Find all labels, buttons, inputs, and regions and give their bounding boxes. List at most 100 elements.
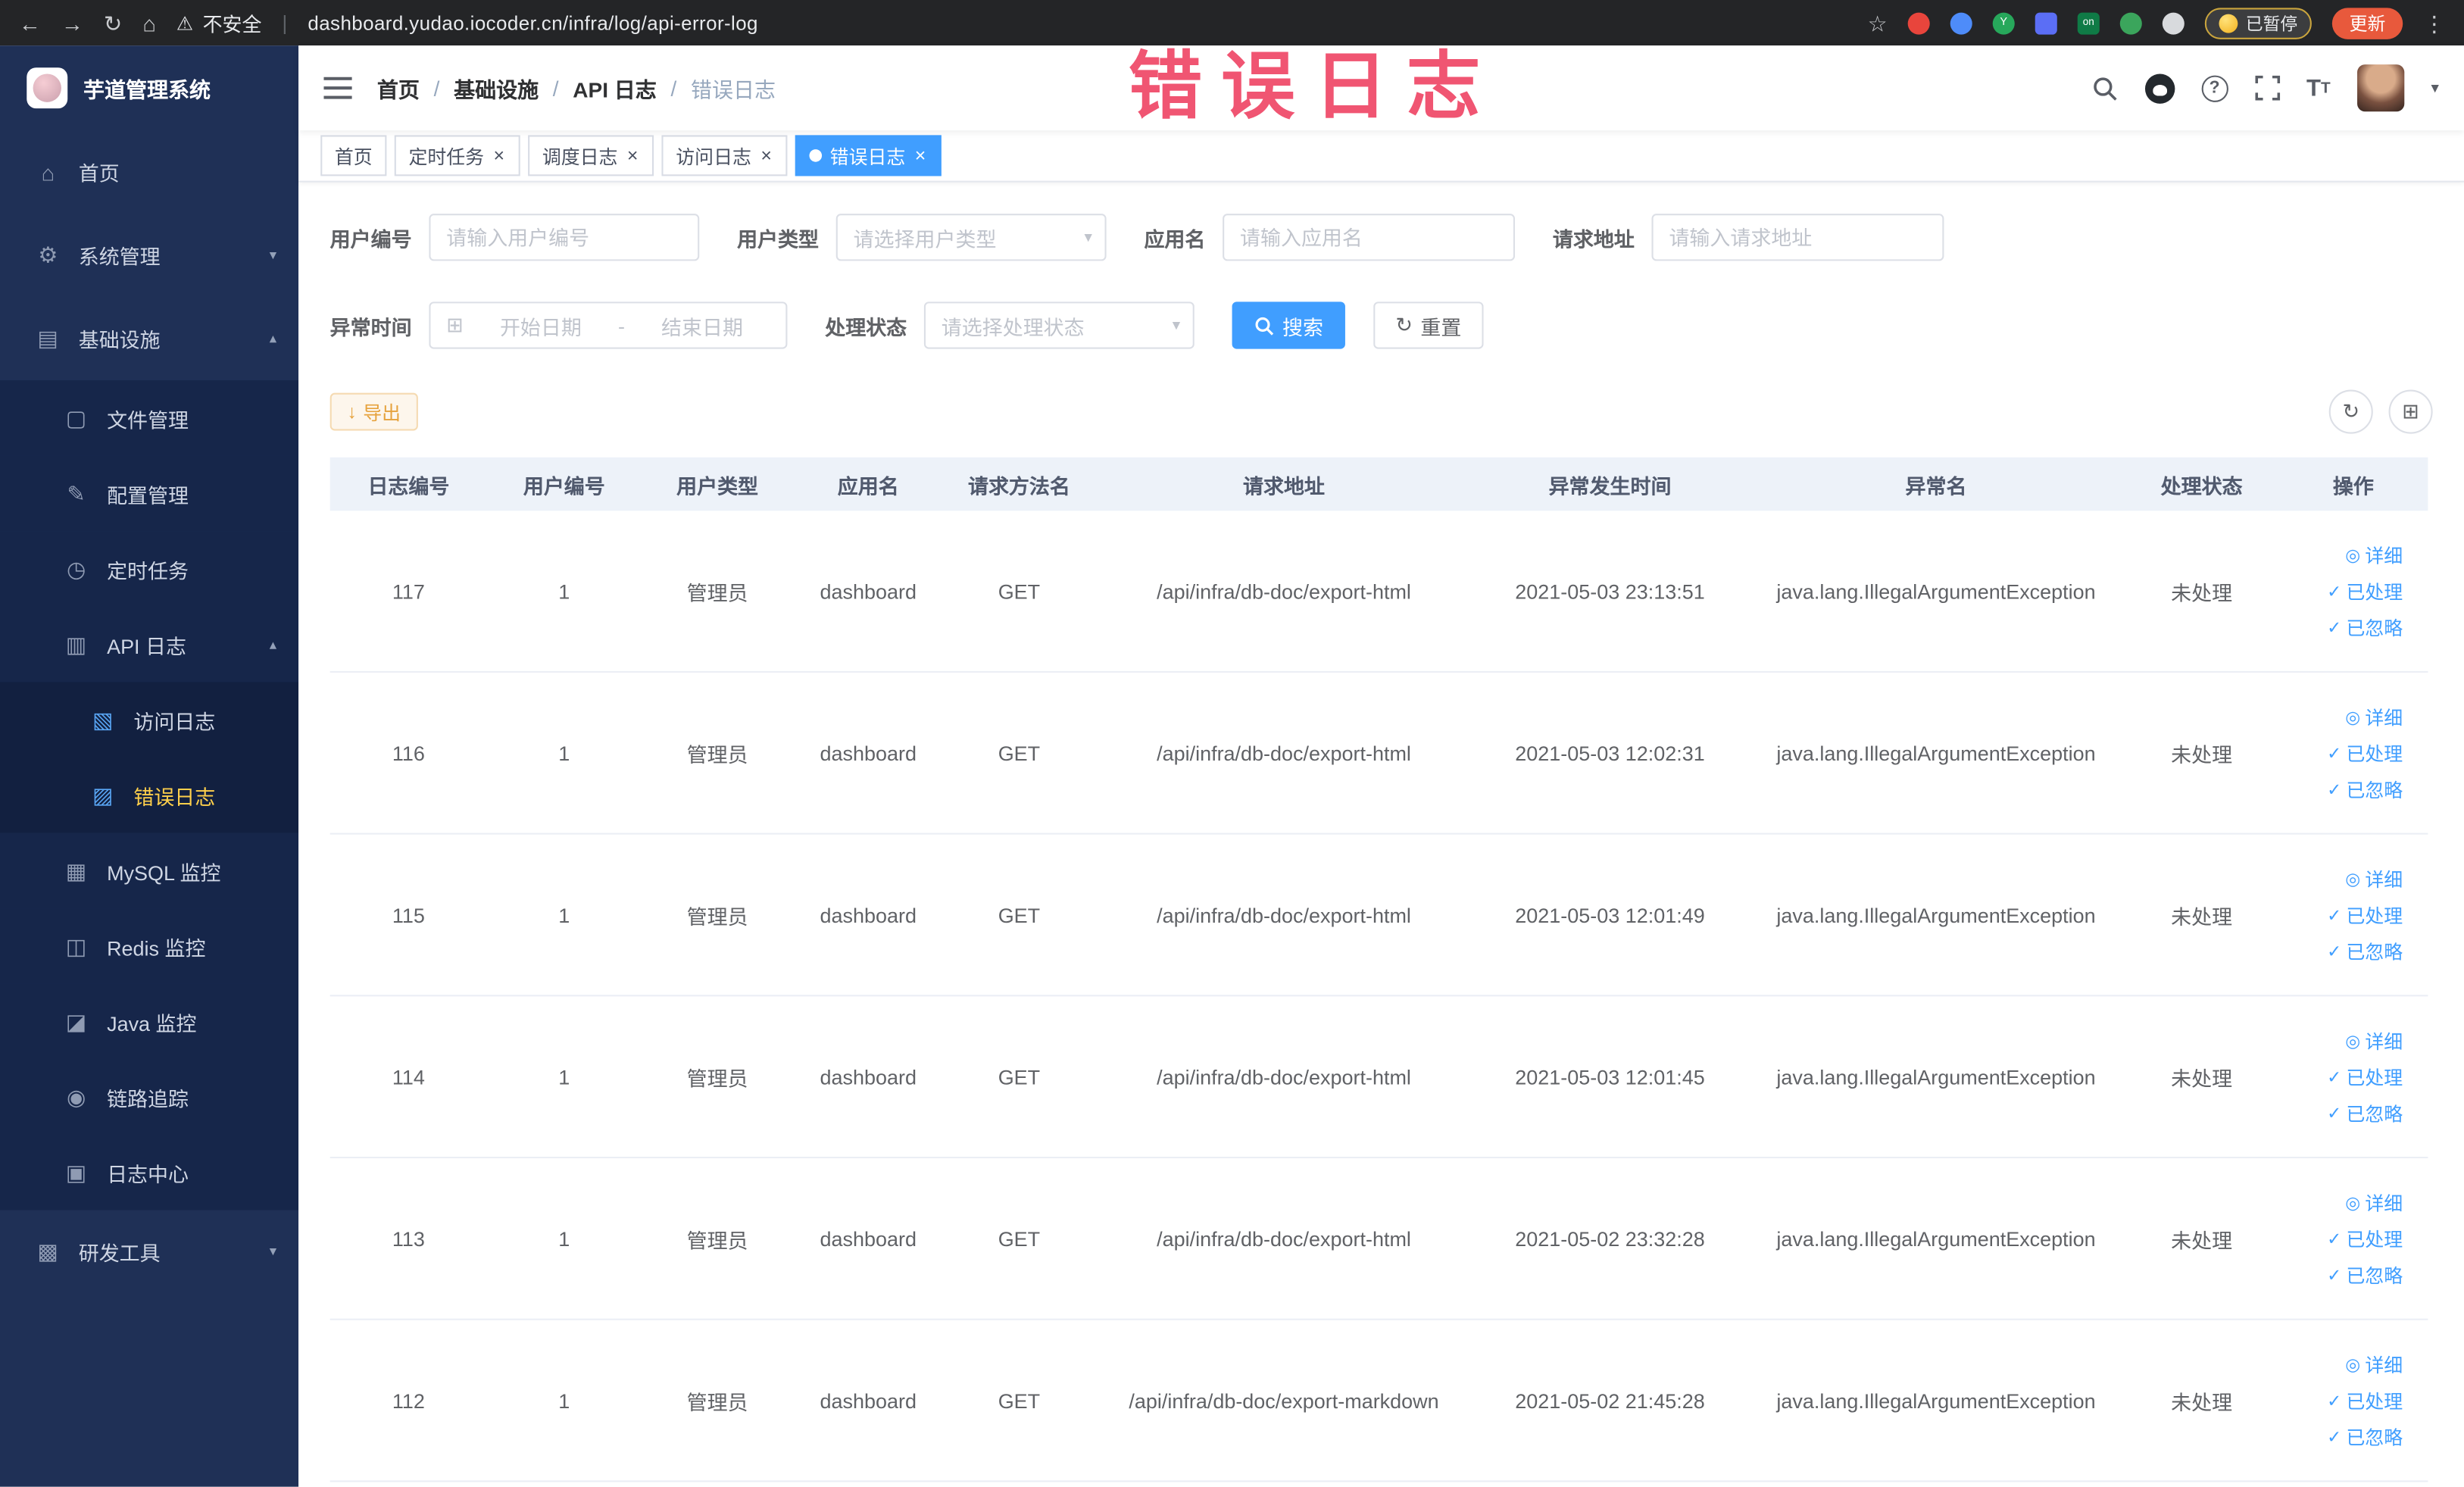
sidebar-item-mysql-monitor[interactable]: ▦ MySQL 监控 xyxy=(0,833,299,909)
tab-home[interactable]: 首页 xyxy=(320,135,387,177)
chevron-down-icon[interactable]: ▾ xyxy=(2431,80,2438,97)
action-processed[interactable]: ✓ 已处理 xyxy=(2327,1387,2403,1414)
url-bar[interactable]: dashboard.yudao.iocoder.cn/infra/log/api… xyxy=(308,12,758,34)
security-indicator[interactable]: ⚠ 不安全 xyxy=(176,8,262,37)
sidebar-item-redis-monitor[interactable]: ◫ Redis 监控 xyxy=(0,908,299,984)
cell-method: GET xyxy=(998,579,1041,603)
export-button[interactable]: ↓ 导出 xyxy=(329,392,418,431)
action-detail[interactable]: ◎ 详细 xyxy=(2345,542,2403,568)
end-date-placeholder: 结束日期 xyxy=(661,314,743,339)
process-status-select[interactable]: 请选择处理状态 ▾ xyxy=(923,301,1195,349)
cell-user_type: 管理员 xyxy=(686,1390,748,1414)
github-icon[interactable] xyxy=(2144,73,2175,103)
check-icon: ✓ xyxy=(2327,744,2342,764)
sidebar-item-log-center[interactable]: ▣ 日志中心 xyxy=(0,1134,299,1211)
action-processed[interactable]: ✓ 已处理 xyxy=(2327,577,2403,604)
reload-icon[interactable]: ↻ xyxy=(104,12,122,34)
sidebar-item-error-log[interactable]: ▨ 错误日志 xyxy=(0,758,299,833)
extension-icon-on[interactable]: on xyxy=(2077,11,2100,34)
sidebar-item-access-log[interactable]: ▧ 访问日志 xyxy=(0,682,299,758)
refresh-table-button[interactable]: ↻ xyxy=(2328,389,2373,434)
java-icon: ◪ xyxy=(65,1007,87,1034)
sidebar-item-scheduled-tasks[interactable]: ◷ 定时任务 xyxy=(0,531,299,607)
browser-menu-dots-icon[interactable]: ⋮ xyxy=(2423,12,2445,34)
update-button[interactable]: 更新 xyxy=(2331,7,2403,39)
cell-actions: ◎ 详细 ✓ 已处理 ✓ 已忽略 xyxy=(2278,511,2428,671)
action-detail[interactable]: ◎ 详细 xyxy=(2345,1351,2403,1377)
close-icon[interactable]: × xyxy=(492,146,506,165)
extension-icon-green[interactable]: Y xyxy=(1992,11,2015,34)
chevron-down-icon: ▾ xyxy=(1172,317,1181,334)
extension-icon-paw[interactable] xyxy=(2162,11,2184,34)
logo[interactable]: 芋道管理系统 xyxy=(0,45,298,130)
tab-label: 调度日志 xyxy=(542,145,618,167)
tab-error-log[interactable]: 错误日志 × xyxy=(795,135,942,177)
action-ignored[interactable]: ✓ 已忽略 xyxy=(2327,776,2403,802)
action-detail[interactable]: ◎ 详细 xyxy=(2345,703,2403,729)
sidebar-item-file-management[interactable]: ▢ 文件管理 xyxy=(0,380,299,456)
forward-icon[interactable]: → xyxy=(61,12,83,34)
browser-home-icon[interactable]: ⌂ xyxy=(142,12,156,34)
extension-icon-blue[interactable] xyxy=(1950,11,1972,34)
cell-status: 未处理 xyxy=(2171,580,2233,604)
sidebar-item-home[interactable]: ⌂ 首页 xyxy=(0,130,298,214)
column-settings-button[interactable]: ⊞ xyxy=(2388,389,2433,434)
extension-icon-red[interactable] xyxy=(1907,11,1930,34)
paused-badge[interactable]: 已暂停 xyxy=(2204,7,2312,39)
action-ignored[interactable]: ✓ 已忽略 xyxy=(2327,938,2403,964)
action-ignored[interactable]: ✓ 已忽略 xyxy=(2327,1423,2403,1450)
exception-time-range[interactable]: ⊞ 开始日期 - 结束日期 xyxy=(429,301,788,349)
column-header: 操作 xyxy=(2332,473,2374,498)
bookmark-star-icon[interactable]: ☆ xyxy=(1868,12,1888,34)
action-processed[interactable]: ✓ 已处理 xyxy=(2327,1064,2403,1090)
action-ignored[interactable]: ✓ 已忽略 xyxy=(2327,1261,2403,1288)
back-icon[interactable]: ← xyxy=(19,12,41,34)
user-id-input[interactable] xyxy=(429,214,700,261)
sidebar-item-config-management[interactable]: ✎ 配置管理 xyxy=(0,455,299,532)
breadcrumb-item[interactable]: API 日志 xyxy=(573,72,657,103)
process-status-placeholder: 请选择处理状态 xyxy=(941,314,1085,339)
user-avatar[interactable] xyxy=(2356,64,2405,112)
breadcrumb-item[interactable]: 基础设施 xyxy=(454,72,539,103)
action-label: 已处理 xyxy=(2346,580,2403,603)
request-url-input[interactable] xyxy=(1651,214,1944,261)
close-icon[interactable]: × xyxy=(626,146,640,165)
action-detail[interactable]: ◎ 详细 xyxy=(2345,1027,2403,1054)
action-processed[interactable]: ✓ 已处理 xyxy=(2327,901,2403,928)
close-icon[interactable]: × xyxy=(759,146,773,165)
sidebar-item-dev-tools[interactable]: ▩ 研发工具 ▾ xyxy=(0,1211,298,1294)
breadcrumb-item[interactable]: 首页 xyxy=(377,72,420,103)
search-button[interactable]: 搜索 xyxy=(1232,301,1346,349)
sidebar-item-system-management[interactable]: ⚙ 系统管理 ▾ xyxy=(0,214,298,297)
extension-icon-leaf[interactable] xyxy=(2119,11,2142,34)
app-name-input[interactable] xyxy=(1223,214,1516,261)
font-size-icon[interactable]: TT xyxy=(2306,75,2331,102)
close-icon[interactable]: × xyxy=(913,146,928,165)
breadcrumb-separator: / xyxy=(552,76,559,100)
action-processed[interactable]: ✓ 已处理 xyxy=(2327,1225,2403,1251)
sidebar-item-trace[interactable]: ◉ 链路追踪 xyxy=(0,1059,299,1135)
action-label: 已处理 xyxy=(2346,1228,2403,1251)
help-icon[interactable]: ? xyxy=(2201,74,2228,102)
sidebar-item-java-monitor[interactable]: ◪ Java 监控 xyxy=(0,983,299,1060)
search-icon[interactable] xyxy=(2091,75,2118,102)
column-header: 异常发生时间 xyxy=(1548,473,1672,498)
tab-scheduled-tasks[interactable]: 定时任务 × xyxy=(394,135,520,177)
action-label: 已忽略 xyxy=(2346,779,2403,801)
user-type-select[interactable]: 请选择用户类型 ▾ xyxy=(835,214,1107,261)
fullscreen-icon[interactable] xyxy=(2254,75,2280,101)
action-ignored[interactable]: ✓ 已忽略 xyxy=(2327,614,2403,640)
tab-access-log[interactable]: 访问日志 × xyxy=(661,135,788,177)
sidebar-item-infrastructure[interactable]: ▤ 基础设施 ▴ xyxy=(0,297,298,380)
action-ignored[interactable]: ✓ 已忽略 xyxy=(2327,1099,2403,1126)
log-center-icon: ▣ xyxy=(65,1159,87,1185)
extension-icon-grid[interactable] xyxy=(2035,11,2057,34)
action-detail[interactable]: ◎ 详细 xyxy=(2345,1189,2403,1216)
hamburger-icon[interactable] xyxy=(323,77,352,99)
tab-job-log[interactable]: 调度日志 × xyxy=(528,135,654,177)
reset-button[interactable]: ↻ 重置 xyxy=(1373,301,1484,349)
action-label: 详细 xyxy=(2365,1192,2403,1214)
action-processed[interactable]: ✓ 已处理 xyxy=(2327,739,2403,766)
sidebar-item-api-log[interactable]: ▥ API 日志 ▴ xyxy=(0,606,299,683)
action-detail[interactable]: ◎ 详细 xyxy=(2345,865,2403,892)
